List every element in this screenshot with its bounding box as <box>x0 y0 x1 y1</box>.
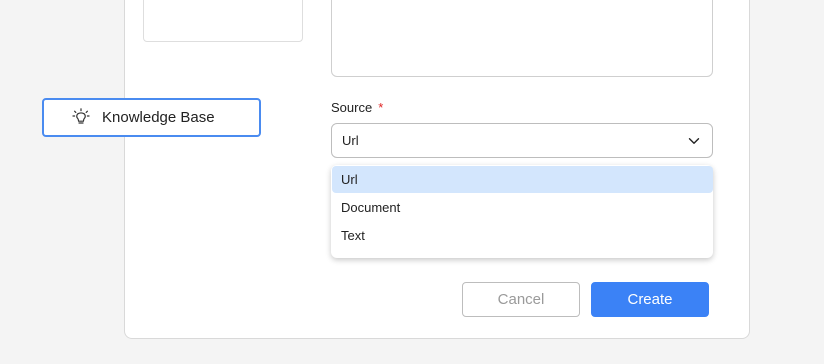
source-dropdown-menu: Url Document Text <box>331 165 713 258</box>
dropdown-option-document[interactable]: Document <box>332 194 713 221</box>
knowledge-base-label: Knowledge Base <box>102 109 215 126</box>
description-textarea[interactable] <box>331 0 713 77</box>
lightbulb-icon <box>70 107 92 129</box>
cancel-button[interactable]: Cancel <box>462 282 580 317</box>
dropdown-option-url[interactable]: Url <box>332 166 713 193</box>
create-button[interactable]: Create <box>591 282 709 317</box>
source-select-value: Url <box>342 133 359 148</box>
sidebar-box <box>143 0 303 42</box>
dropdown-option-text[interactable]: Text <box>332 222 713 249</box>
source-label-text: Source <box>331 100 373 115</box>
knowledge-base-chip[interactable]: Knowledge Base <box>42 98 261 137</box>
source-field-label: Source * <box>331 100 383 115</box>
required-asterisk: * <box>378 100 384 115</box>
source-select[interactable]: Url <box>331 123 713 158</box>
chevron-down-icon[interactable] <box>688 135 700 147</box>
